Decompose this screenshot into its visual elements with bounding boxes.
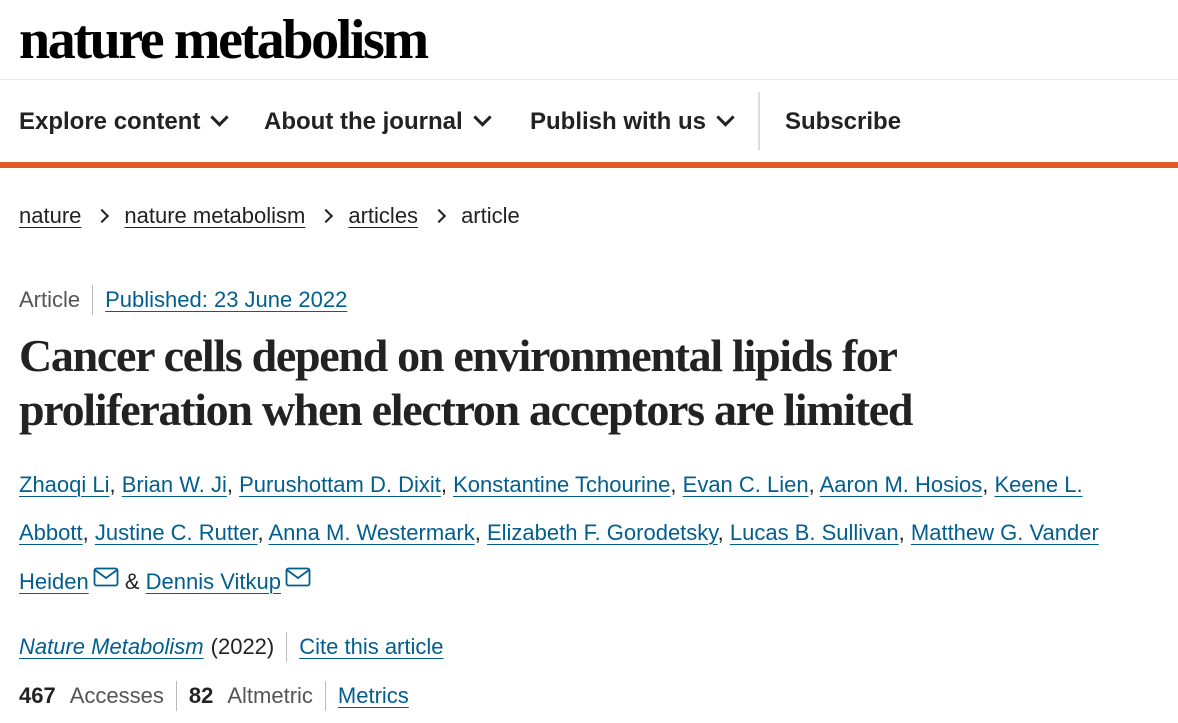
publication-year: (2022) (210, 634, 275, 659)
altmetric-label: Altmetric (227, 683, 313, 708)
accesses-label: Accesses (69, 683, 164, 708)
chevron-down-icon (210, 108, 230, 127)
chevron-down-icon (716, 108, 735, 127)
nav-publish-label: Publish with us (530, 107, 707, 135)
author-link[interactable]: Anna M. Westermark (269, 520, 475, 545)
author-link[interactable]: Purushottam D. Dixit (239, 472, 441, 497)
main-nav: Explore content About the journal Publis… (0, 80, 1178, 163)
nav-publish-with-us[interactable]: Publish with us (530, 80, 735, 163)
author-link[interactable]: Aaron M. Hosios (820, 472, 983, 497)
article-type: Article (19, 287, 81, 312)
accent-bar (0, 162, 1178, 168)
author-link[interactable]: Zhaoqi Li (19, 472, 110, 497)
author-link[interactable]: Dennis Vitkup (146, 569, 281, 594)
altmetric-count: 82 (188, 683, 214, 708)
breadcrumb-articles[interactable]: articles (348, 203, 418, 229)
nav-about-label: About the journal (264, 107, 463, 135)
accesses-count: 467 (19, 683, 56, 708)
author-list: Zhaoqi Li, Brian W. Ji, Purushottam D. D… (19, 461, 1129, 606)
breadcrumb-current: article (461, 203, 520, 228)
chevron-right-icon (95, 208, 110, 224)
breadcrumb-nature[interactable]: nature (19, 203, 81, 229)
metrics-divider (324, 681, 326, 711)
author-link[interactable]: Justine C. Rutter (95, 520, 258, 545)
journal-link[interactable]: Nature Metabolism (19, 634, 204, 660)
article-meta: Article Published: 23 June 2022 (19, 284, 347, 316)
breadcrumb: nature nature metabolism articles articl… (19, 200, 520, 232)
meta-divider (92, 285, 94, 315)
metrics-link[interactable]: Metrics (338, 683, 409, 709)
author-link[interactable]: Konstantine Tchourine (453, 472, 670, 497)
cite-article-link[interactable]: Cite this article (299, 634, 443, 660)
mail-icon[interactable] (93, 556, 119, 604)
author-link[interactable]: Elizabeth F. Gorodetsky (487, 520, 718, 545)
author-link[interactable]: Evan C. Lien (683, 472, 809, 497)
nav-explore-label: Explore content (19, 107, 201, 135)
published-date-link[interactable]: Published: 23 June 2022 (105, 287, 347, 313)
nav-explore-content[interactable]: Explore content (19, 80, 230, 163)
journal-logo[interactable]: nature metabolism (19, 8, 429, 72)
nav-about-journal[interactable]: About the journal (264, 80, 492, 163)
chevron-down-icon (472, 108, 492, 127)
citation-row: Nature Metabolism (2022) Cite this artic… (19, 631, 444, 663)
chevron-right-icon (431, 208, 447, 224)
metrics-row: 467 Accesses 82 Altmetric Metrics (19, 680, 409, 712)
article-title: Cancer cells depend on environmental lip… (19, 330, 913, 435)
citation-divider (286, 632, 288, 662)
nav-divider (758, 92, 760, 150)
mail-icon[interactable] (285, 556, 311, 604)
breadcrumb-nature-metabolism[interactable]: nature metabolism (124, 203, 305, 229)
author-link[interactable]: Brian W. Ji (122, 472, 227, 497)
author-conjunction: & (124, 569, 140, 594)
nav-subscribe-label: Subscribe (785, 107, 902, 135)
author-link[interactable]: Lucas B. Sullivan (730, 520, 899, 545)
chevron-right-icon (319, 208, 334, 224)
nav-subscribe[interactable]: Subscribe (785, 80, 901, 163)
metrics-divider (175, 681, 177, 711)
